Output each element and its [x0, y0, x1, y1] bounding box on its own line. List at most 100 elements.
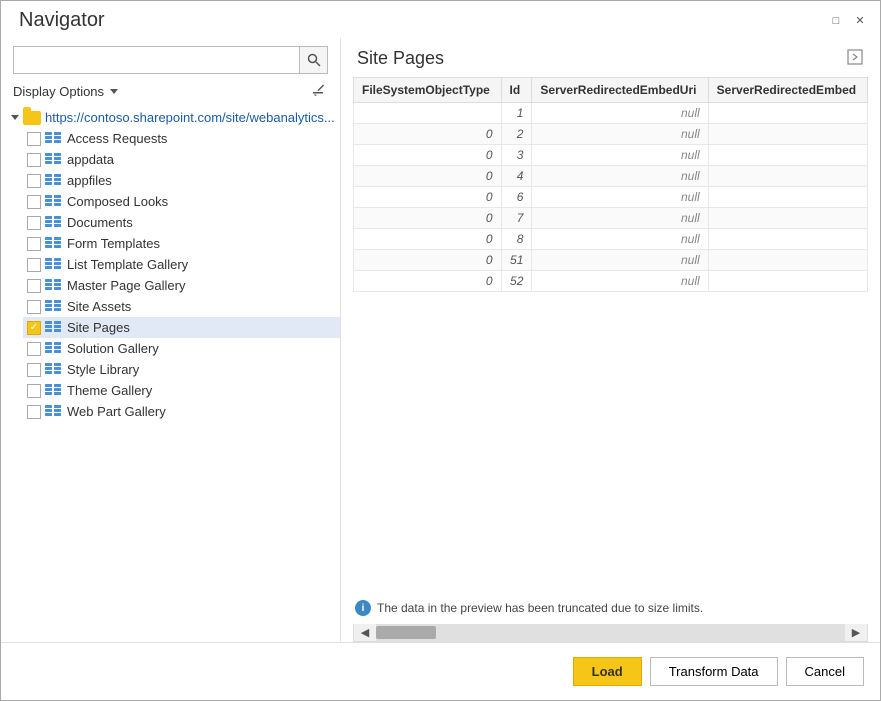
table-row: 02null: [354, 124, 868, 145]
close-button[interactable]: ✕: [852, 13, 868, 29]
table-cell-embed: [708, 187, 867, 208]
table-cell-embed: [708, 166, 867, 187]
scroll-right-button[interactable]: ▶: [845, 624, 867, 641]
list-icon: [45, 384, 63, 398]
table-row: 07null: [354, 208, 868, 229]
load-button[interactable]: Load: [573, 657, 642, 686]
table-cell-embed: [708, 229, 867, 250]
table-cell-uri: null: [532, 124, 708, 145]
table-cell-uri: null: [532, 145, 708, 166]
tree-item-checkbox[interactable]: [27, 321, 41, 335]
tree-item[interactable]: Theme Gallery: [23, 380, 340, 401]
tree-item[interactable]: Master Page Gallery: [23, 275, 340, 296]
tree-item[interactable]: appdata: [23, 149, 340, 170]
data-table-container[interactable]: FileSystemObjectTypeIdServerRedirectedEm…: [353, 77, 868, 592]
left-panel: Display Options https://contoso.shar: [1, 38, 341, 642]
tree-item-checkbox[interactable]: [27, 342, 41, 356]
tree-item[interactable]: Style Library: [23, 359, 340, 380]
table-cell-id: 1: [501, 103, 532, 124]
expand-button[interactable]: [846, 48, 864, 69]
display-options-button[interactable]: Display Options: [13, 84, 118, 99]
tree-item-label: Master Page Gallery: [67, 278, 186, 293]
display-options-row: Display Options: [1, 80, 340, 107]
tree-item[interactable]: Solution Gallery: [23, 338, 340, 359]
tree-item-checkbox[interactable]: [27, 174, 41, 188]
list-icon: [45, 300, 63, 314]
tree-item[interactable]: appfiles: [23, 170, 340, 191]
horizontal-scrollbar[interactable]: ◀ ▶: [353, 624, 868, 642]
table-cell-embed: [708, 250, 867, 271]
list-icon: [45, 195, 63, 209]
table-cell-uri: null: [532, 229, 708, 250]
right-panel-title: Site Pages: [357, 48, 444, 69]
cancel-button[interactable]: Cancel: [786, 657, 864, 686]
truncated-text: The data in the preview has been truncat…: [377, 601, 703, 615]
tree-item-label: Form Templates: [67, 236, 160, 251]
search-icon: [307, 53, 321, 67]
edit-icon: [312, 82, 328, 98]
table-cell-id: 7: [501, 208, 532, 229]
window-controls: □ ✕: [828, 13, 868, 29]
tree-item-checkbox[interactable]: [27, 405, 41, 419]
table-row: 1null: [354, 103, 868, 124]
tree-item[interactable]: Web Part Gallery: [23, 401, 340, 422]
tree-item-checkbox[interactable]: [27, 216, 41, 230]
table-cell-type: [354, 103, 502, 124]
table-cell-type: 0: [354, 145, 502, 166]
list-icon: [45, 363, 63, 377]
right-title: Site Pages: [341, 48, 880, 77]
tree-item-checkbox[interactable]: [27, 132, 41, 146]
tree-item-checkbox[interactable]: [27, 258, 41, 272]
minimize-button[interactable]: □: [828, 13, 844, 29]
table-row: 051null: [354, 250, 868, 271]
title-bar: Navigator □ ✕: [1, 1, 880, 38]
edit-icon-button[interactable]: [312, 82, 328, 101]
tree-root-label: https://contoso.sharepoint.com/site/weba…: [45, 110, 335, 125]
search-bar: [13, 46, 328, 74]
table-header: ServerRedirectedEmbedUri: [532, 78, 708, 103]
tree-item[interactable]: Site Assets: [23, 296, 340, 317]
table-cell-embed: [708, 208, 867, 229]
tree-item-checkbox[interactable]: [27, 153, 41, 167]
transform-data-button[interactable]: Transform Data: [650, 657, 778, 686]
search-input[interactable]: [14, 47, 299, 73]
tree-item-checkbox[interactable]: [27, 237, 41, 251]
scroll-track[interactable]: [376, 624, 845, 641]
tree-item-label: appdata: [67, 152, 114, 167]
tree-item[interactable]: Access Requests: [23, 128, 340, 149]
table-header: Id: [501, 78, 532, 103]
table-cell-uri: null: [532, 271, 708, 292]
table-row: 06null: [354, 187, 868, 208]
tree-item[interactable]: Documents: [23, 212, 340, 233]
tree-item[interactable]: Form Templates: [23, 233, 340, 254]
tree-item-label: Solution Gallery: [67, 341, 159, 356]
scroll-thumb: [376, 626, 436, 639]
tree-item-label: Site Assets: [67, 299, 131, 314]
tree-item-label: Style Library: [67, 362, 139, 377]
tree-item-label: appfiles: [67, 173, 112, 188]
table-row: 08null: [354, 229, 868, 250]
table-cell-embed: [708, 145, 867, 166]
list-icon: [45, 153, 63, 167]
tree-item-checkbox[interactable]: [27, 195, 41, 209]
right-content: FileSystemObjectTypeIdServerRedirectedEm…: [341, 77, 880, 642]
scroll-left-button[interactable]: ◀: [354, 624, 376, 641]
chevron-down-icon: [110, 89, 118, 94]
tree-item[interactable]: Site Pages: [23, 317, 340, 338]
table-cell-id: 4: [501, 166, 532, 187]
list-icon: [45, 342, 63, 356]
tree-root[interactable]: https://contoso.sharepoint.com/site/weba…: [9, 107, 340, 128]
table-cell-embed: [708, 271, 867, 292]
tree-item-checkbox[interactable]: [27, 363, 41, 377]
tree-item-checkbox[interactable]: [27, 300, 41, 314]
table-cell-type: 0: [354, 208, 502, 229]
search-button[interactable]: [299, 47, 327, 73]
window-title: Navigator: [19, 9, 105, 32]
tree-item-checkbox[interactable]: [27, 384, 41, 398]
tree-item-checkbox[interactable]: [27, 279, 41, 293]
tree-item-label: Web Part Gallery: [67, 404, 166, 419]
tree-item[interactable]: List Template Gallery: [23, 254, 340, 275]
tree-item[interactable]: Composed Looks: [23, 191, 340, 212]
right-panel: Site Pages FileSystemObjectTypeIdServerR…: [341, 38, 880, 642]
display-options-label: Display Options: [13, 84, 104, 99]
